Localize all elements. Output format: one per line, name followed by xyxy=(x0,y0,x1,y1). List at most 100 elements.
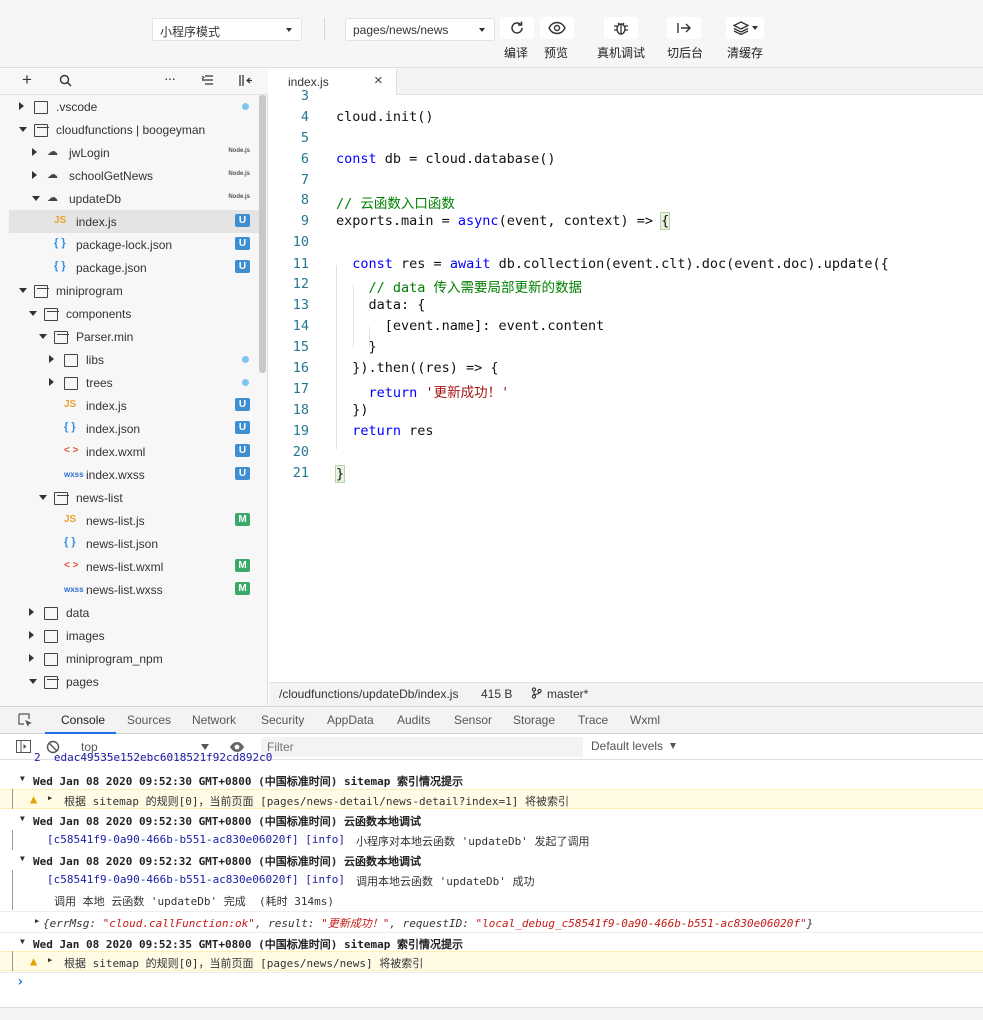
tree-file[interactable]: JS news-list.js M xyxy=(9,509,259,532)
tree-file[interactable]: JS index.js U xyxy=(9,394,259,417)
console-group-title: Wed Jan 08 2020 09:52:35 GMT+0800 (中国标准时… xyxy=(33,938,464,951)
tree-folder[interactable]: ☁ jwLogin Node.js xyxy=(9,141,259,164)
console-text: 小程序对本地云函数 'updateDb' 发起了调用 xyxy=(356,835,590,848)
tree-file[interactable]: { } news-list.json xyxy=(9,532,259,555)
devtools-tabs: Console Sources Network Security AppData Audi… xyxy=(0,706,983,734)
tree-folder[interactable]: ☁ updateDb Node.js xyxy=(9,187,259,210)
wxss-file-icon: wxss xyxy=(64,585,84,594)
tree-folder[interactable]: cloudfunctions | boogeyman xyxy=(9,118,259,141)
tab-wxml[interactable]: Wxml xyxy=(630,713,660,727)
console-prompt[interactable]: › xyxy=(0,972,983,992)
chevron-right-icon[interactable] xyxy=(29,631,34,639)
tree-folder[interactable]: libs xyxy=(9,348,259,371)
expand-triangle-icon[interactable]: ▶ xyxy=(48,956,52,964)
tree-file[interactable]: { } package-lock.json U xyxy=(9,233,259,256)
tab-sensor[interactable]: Sensor xyxy=(454,713,492,727)
line-number: 11 xyxy=(292,256,309,272)
tree-file[interactable]: wxss news-list.wxss M xyxy=(9,578,259,601)
chevron-right-icon[interactable] xyxy=(19,102,24,110)
close-icon[interactable]: × xyxy=(374,72,383,89)
code-line-6: const db = cloud.database() xyxy=(336,151,556,167)
switch-background-button[interactable] xyxy=(667,17,701,39)
tab-console[interactable]: Console xyxy=(61,713,105,727)
folder-icon xyxy=(64,377,78,390)
tree-file[interactable]: wxss index.wxss U xyxy=(9,463,259,486)
chevron-down-icon[interactable] xyxy=(39,495,47,500)
tree-file[interactable]: JS index.js U xyxy=(9,210,259,233)
editor-statusbar: /cloudfunctions/updateDb/index.js 415 B … xyxy=(269,682,983,706)
tab-sources[interactable]: Sources xyxy=(127,713,171,727)
chevron-down-icon[interactable] xyxy=(19,288,27,293)
chevron-down-icon[interactable] xyxy=(39,334,47,339)
line-number: 14 xyxy=(292,318,309,334)
tree-item-label: libs xyxy=(86,353,105,367)
log-levels-value: Default levels xyxy=(591,739,664,753)
chevron-down-icon[interactable] xyxy=(29,679,37,684)
tree-folder[interactable]: news-list xyxy=(9,486,259,509)
page-select[interactable]: pages/news/news xyxy=(345,18,495,41)
remote-debug-button[interactable] xyxy=(604,17,638,39)
sort-icon[interactable] xyxy=(201,75,214,89)
tree-folder[interactable]: data xyxy=(9,601,259,624)
tree-folder[interactable]: .vscode xyxy=(9,95,259,118)
tab-network[interactable]: Network xyxy=(192,713,236,727)
chevron-right-icon[interactable] xyxy=(49,355,54,363)
explorer-scrollbar[interactable] xyxy=(259,95,266,373)
console-group-header[interactable]: ▼ Wed Jan 08 2020 09:52:30 GMT+0800 (中国标… xyxy=(0,770,983,790)
preview-button[interactable] xyxy=(540,17,574,39)
tree-file[interactable]: { } index.json U xyxy=(9,417,259,440)
tree-file[interactable]: < > news-list.wxml M xyxy=(9,555,259,578)
tree-folder[interactable]: images xyxy=(9,624,259,647)
console-text: 2 edac49535e152ebc6018521f92cd892c0 xyxy=(34,752,273,764)
tree-file[interactable]: { } package.json U xyxy=(9,256,259,279)
tab-security[interactable]: Security xyxy=(261,713,304,727)
log-levels-select[interactable]: Default levels xyxy=(591,739,677,753)
expand-triangle-icon: ▼ xyxy=(20,774,25,783)
chevron-right-icon[interactable] xyxy=(29,654,34,662)
tree-file[interactable]: < > index.wxml U xyxy=(9,440,259,463)
tree-folder[interactable]: components xyxy=(9,302,259,325)
nodejs-badge: Node.js xyxy=(228,171,250,177)
chevron-right-icon[interactable] xyxy=(49,378,54,386)
console-group-header[interactable]: ▼ Wed Jan 08 2020 09:52:30 GMT+0800 (中国标… xyxy=(0,810,983,830)
tree-item-label: package.json xyxy=(76,261,147,275)
code-line-13: data: { xyxy=(336,297,426,313)
clear-cache-button[interactable] xyxy=(726,17,764,39)
add-file-icon[interactable]: + xyxy=(22,71,32,89)
console-group-header[interactable]: ▼ Wed Jan 08 2020 09:52:32 GMT+0800 (中国标… xyxy=(0,850,983,870)
chevron-right-icon[interactable] xyxy=(32,171,37,179)
chevron-down-icon[interactable] xyxy=(29,311,37,316)
tree-folder[interactable]: ☁ schoolGetNews Node.js xyxy=(9,164,259,187)
tree-folder[interactable]: Parser.min xyxy=(9,325,259,348)
tree-folder[interactable]: miniprogram xyxy=(9,279,259,302)
tab-audits[interactable]: Audits xyxy=(397,713,430,727)
switch-background-label: 切后台 xyxy=(667,46,704,60)
tab-trace[interactable]: Trace xyxy=(578,713,608,727)
expand-triangle-icon[interactable]: ▶ xyxy=(48,794,52,802)
tab-appdata[interactable]: AppData xyxy=(327,713,374,727)
mode-select[interactable]: 小程序模式 xyxy=(152,18,302,41)
line-number: 15 xyxy=(292,339,309,355)
tree-folder[interactable]: trees xyxy=(9,371,259,394)
git-branch[interactable]: master* xyxy=(547,687,588,701)
chevron-down-icon[interactable] xyxy=(32,196,40,201)
git-status-badge: U xyxy=(235,421,250,434)
search-icon[interactable] xyxy=(59,74,72,90)
chevron-right-icon[interactable] xyxy=(29,608,34,616)
tree-folder[interactable]: miniprogram_npm xyxy=(9,647,259,670)
more-icon[interactable]: ··· xyxy=(164,70,176,86)
line-number: 20 xyxy=(292,444,309,460)
tab-storage[interactable]: Storage xyxy=(513,713,555,727)
tree-folder[interactable]: pages xyxy=(9,670,259,693)
code-line-18: }) xyxy=(336,402,369,418)
console-object-line[interactable]: ▶ {errMsg: "cloud.callFunction:ok", resu… xyxy=(0,911,983,931)
chevron-down-icon[interactable] xyxy=(19,127,27,132)
console-group-header[interactable]: ▼ Wed Jan 08 2020 09:52:35 GMT+0800 (中国标… xyxy=(0,932,983,952)
folder-icon xyxy=(44,630,58,643)
inspect-element-icon[interactable] xyxy=(18,713,33,731)
collapse-panel-icon[interactable] xyxy=(238,74,253,90)
expand-triangle-icon: ▶ xyxy=(35,917,40,925)
chevron-right-icon[interactable] xyxy=(32,148,37,156)
code-editor[interactable]: 3 4 5 6 7 8 9 10 11 12 13 14 15 16 17 18 19 20 21 cloud.in… xyxy=(269,88,983,682)
compile-button[interactable] xyxy=(500,17,534,39)
